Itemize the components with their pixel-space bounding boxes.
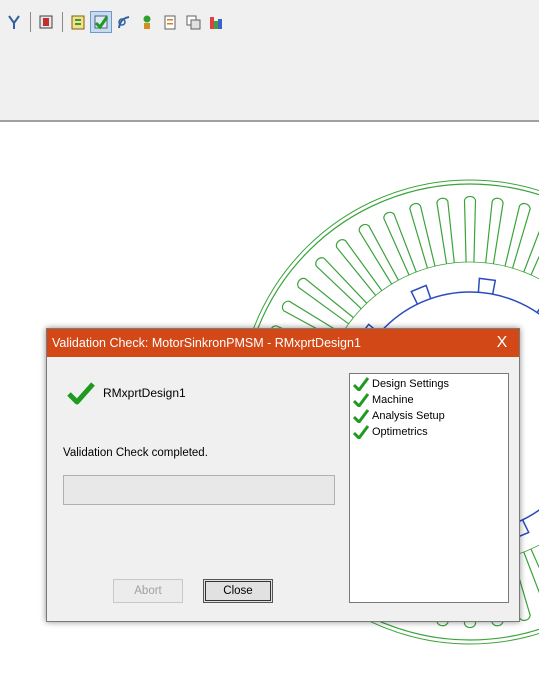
stator-slot: [358, 223, 399, 285]
design-name: RMxprtDesign1: [103, 386, 186, 400]
abort-button[interactable]: Abort: [113, 579, 183, 603]
check-icon: [353, 393, 369, 407]
check-icon: [353, 409, 369, 423]
rotor-pole: [410, 284, 432, 305]
status-message: Validation Check completed.: [63, 447, 208, 459]
stator-slot: [335, 239, 383, 296]
check-item-design-settings: Design Settings: [353, 376, 505, 392]
dialog-title: Validation Check: MotorSinkronPMSM - RMx…: [52, 336, 361, 350]
lightning-icon[interactable]: [4, 12, 24, 32]
close-button[interactable]: Close: [203, 579, 273, 603]
stator-slot: [504, 203, 531, 269]
stator-slot: [383, 211, 417, 276]
dialog-titlebar[interactable]: Validation Check: MotorSinkronPMSM - RMx…: [47, 329, 519, 357]
check-icon: [67, 382, 95, 405]
validation-dialog: Validation Check: MotorSinkronPMSM - RMx…: [46, 328, 520, 622]
stator-slot: [315, 257, 368, 310]
component-icon[interactable]: [36, 12, 56, 32]
toolbar-separator: [30, 12, 31, 32]
stator-slot: [485, 197, 504, 264]
stator-slot: [297, 277, 354, 325]
check-item-machine: Machine: [353, 392, 505, 408]
check-icon: [353, 425, 369, 439]
check-item-optimetrics: Optimetrics: [353, 424, 505, 440]
toolbar: [0, 0, 539, 122]
check-icon: [353, 377, 369, 391]
validation-checklist: Design Settings Machine Analysis Setup O…: [349, 373, 509, 603]
dialog-close-icon[interactable]: X: [485, 329, 519, 357]
validate-icon[interactable]: [90, 11, 112, 33]
fields-icon[interactable]: [206, 12, 226, 32]
toolbar-row: [4, 10, 229, 34]
check-item-analysis-setup: Analysis Setup: [353, 408, 505, 424]
stator-slot: [463, 195, 477, 263]
analyze-icon[interactable]: [137, 12, 157, 32]
progress-bar: [63, 475, 335, 505]
toolbar-separator: [62, 12, 63, 32]
copy-icon[interactable]: [183, 12, 203, 32]
plot-icon[interactable]: [114, 12, 134, 32]
stator-slot: [436, 197, 455, 264]
solution-icon[interactable]: [68, 12, 88, 32]
stator-slot: [409, 203, 436, 269]
report-icon[interactable]: [160, 12, 180, 32]
design-status-row: RMxprtDesign1: [67, 381, 186, 405]
